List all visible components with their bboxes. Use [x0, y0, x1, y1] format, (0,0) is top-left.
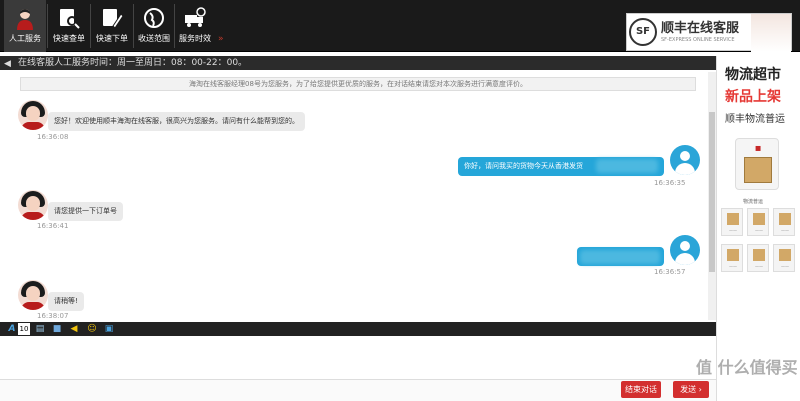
product-thumb[interactable]: ——: [721, 244, 743, 272]
screenshot-icon[interactable]: ▣: [103, 323, 115, 335]
ad-line-1: 物流超市: [725, 67, 781, 83]
user-avatar: [670, 235, 700, 265]
product-thumb[interactable]: ——: [747, 208, 769, 236]
chat-scrollbar[interactable]: [708, 72, 716, 320]
agent-photo: [751, 14, 791, 52]
globe-icon: [144, 8, 164, 28]
send-arrow-icon: ›: [698, 385, 702, 394]
message-time: 16:36:35: [654, 179, 686, 187]
message-input[interactable]: [0, 336, 716, 380]
agent-icon: [17, 9, 33, 30]
nav-item-service-time[interactable]: 服务时效: [174, 0, 216, 52]
product-thumb[interactable]: ——: [747, 244, 769, 272]
speaker-icon: ◀: [4, 59, 11, 69]
font-size-box[interactable]: 10: [18, 323, 30, 335]
image-icon[interactable]: ▤: [34, 323, 46, 335]
message-time: 16:38:07: [37, 312, 69, 320]
nav-item-delivery-range[interactable]: 收送范围: [133, 0, 175, 52]
sound-icon[interactable]: ◀: [68, 323, 80, 335]
agent-message-bubble: 请稍等!: [48, 292, 84, 311]
package-icon: ▪: [735, 138, 779, 190]
brand-title: 顺丰在线客服: [661, 21, 740, 36]
product-thumb[interactable]: ——: [773, 244, 795, 272]
redacted-text: [580, 250, 660, 264]
nav-label: 快速下单: [96, 34, 128, 43]
input-toolbar: A 10 ▤ ■ ◀ ☺ ▣: [0, 322, 716, 336]
nav-label: 收送范围: [138, 34, 170, 43]
nav-item-agent-service[interactable]: 人工服务: [4, 0, 46, 52]
nav-more-arrow[interactable]: »: [218, 34, 224, 44]
message-time: 16:36:41: [37, 222, 69, 230]
ad-line-2: 新品上架: [725, 89, 781, 105]
nav-label: 人工服务: [9, 34, 41, 43]
nav-item-quick-order[interactable]: 快速下单: [91, 0, 133, 52]
user-avatar: [670, 145, 700, 175]
watermark: 值 什么值得买: [696, 358, 798, 377]
sf-logo: SF: [629, 18, 657, 46]
nav-label: 服务时效: [179, 34, 211, 43]
save-icon[interactable]: ■: [51, 323, 63, 335]
font-style-icon[interactable]: A: [6, 323, 18, 335]
scrollbar-thumb[interactable]: [709, 112, 715, 272]
system-message: 海淘在线客服经理08号为您服务，为了给您提供更优质的服务，在对话结束请您对本次服…: [20, 77, 696, 91]
agent-message-bubble: 请您提供一下订单号: [48, 202, 123, 221]
emoji-icon[interactable]: ☺: [86, 323, 98, 335]
end-chat-button[interactable]: 结束对话: [621, 381, 661, 398]
chat-area: 海淘在线客服经理08号为您服务，为了给您提供更优质的服务，在对话结束请您对本次服…: [0, 70, 716, 323]
nav-item-quick-query[interactable]: 快速查单: [48, 0, 90, 52]
ad-panel[interactable]: 物流超市 新品上架 顺丰物流普运 ▪ 物流普运 —— —— —— —— —— —…: [716, 56, 800, 401]
nav-label: 快速查单: [53, 34, 85, 43]
notice-text: 在线客服人工服务时间：周一至周日：08：00-22：00。: [18, 58, 248, 68]
message-time: 16:36:57: [654, 268, 686, 276]
service-hours-notice: ◀ 在线客服人工服务时间：周一至周日：08：00-22：00。: [0, 56, 716, 70]
ad-caption: 物流普运: [743, 199, 764, 205]
agent-message-bubble: 您好！欢迎使用顺丰海淘在线客服，很高兴为您服务。请问有什么能帮到您的。: [48, 112, 305, 131]
truck-clock-icon: [185, 7, 206, 27]
send-button[interactable]: 发送 ›: [673, 381, 709, 398]
product-thumb[interactable]: ——: [721, 208, 743, 236]
search-order-icon: [60, 9, 80, 29]
brand-subtitle: SF-EXPRESS ONLINE SERVICE: [661, 37, 735, 43]
input-footer: [0, 380, 716, 401]
send-label: 发送: [680, 385, 697, 394]
message-time: 16:36:08: [37, 133, 69, 141]
product-thumb[interactable]: ——: [773, 208, 795, 236]
agent-avatar: [18, 280, 48, 310]
redacted-text: [596, 159, 658, 173]
brand-banner: SF 顺丰在线客服 SF-EXPRESS ONLINE SERVICE: [626, 13, 792, 52]
ad-line-3: 顺丰物流普运: [725, 114, 785, 125]
top-nav-bar: 人工服务 快速查单 快速下单 收送范围 服务时效 » SF 顺丰在线客服 SF-…: [0, 0, 800, 52]
agent-avatar: [18, 100, 48, 130]
user-message-text: 你好，请问我买的货物今天从香港发货: [464, 162, 583, 170]
quick-order-icon: [103, 9, 124, 29]
agent-avatar: [18, 190, 48, 220]
